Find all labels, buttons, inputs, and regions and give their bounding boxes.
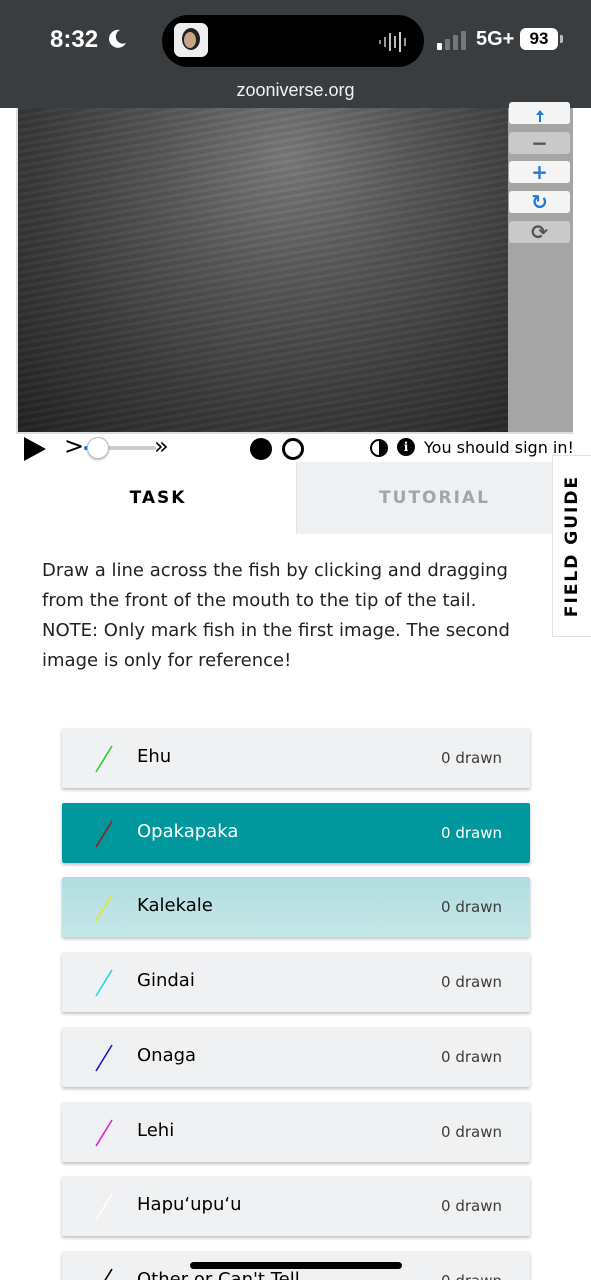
step-forward-icon[interactable]: > [64,432,84,460]
instruction-note: NOTE: Only mark fish in the first image.… [42,620,510,671]
line-tool-icon [95,745,113,773]
option-button[interactable]: Kalekale 0 drawn [62,877,530,937]
slider-knob[interactable] [87,437,110,459]
option-count: 0 drawn [441,1197,502,1215]
line-tool-icon [95,1119,113,1147]
option-label: Other or Can't Tell [137,1269,300,1280]
contrast-icon[interactable] [370,439,388,457]
subject-viewer: − + ↻ ⟳ [16,102,573,434]
option-button[interactable]: Gindai 0 drawn [62,952,530,1012]
line-tool-icon [95,1193,113,1221]
option-label: Hapu‘upu‘u [137,1194,242,1215]
tab-task[interactable]: TASK [20,462,296,534]
playback-controls: > » i You should sign in! [16,432,591,462]
line-tool-icon [95,894,113,922]
battery-indicator: 93 [520,28,558,50]
reset-button[interactable]: ⟳ [509,221,570,243]
rotate-button[interactable]: ↻ [509,191,570,213]
option-label: Lehi [137,1120,175,1141]
tab-tutorial[interactable]: TUTORIAL [296,462,572,534]
option-count: 0 drawn [441,1048,502,1066]
option-count: 0 drawn [441,749,502,767]
option-count: 0 drawn [441,824,502,842]
rotate-icon: ↻ [531,190,548,214]
option-button[interactable]: Ehu 0 drawn [62,728,530,788]
frame-slider[interactable] [84,437,156,459]
info-icon[interactable]: i [397,438,415,456]
minus-icon: − [531,131,548,155]
move-icon [535,110,544,122]
network-type: 5G+ [476,28,515,50]
play-icon[interactable] [24,437,46,461]
option-label: Kalekale [137,895,213,916]
task-instructions: Draw a line across the fish by clicking … [42,556,522,676]
top-bar: 8:32 5G+ 93 zooniverse.org [0,0,591,108]
option-label: Onaga [137,1045,197,1066]
option-count: 0 drawn [441,1123,502,1141]
line-tool-icon [95,1044,113,1072]
line-tool-icon [95,820,113,848]
subject-image[interactable] [18,108,508,432]
address-bar[interactable]: zooniverse.org [0,80,591,101]
option-label: Opakapaka [137,821,239,842]
option-button[interactable]: Lehi 0 drawn [62,1102,530,1162]
image-texture [18,108,508,432]
option-label: Gindai [137,970,195,991]
frame-1-dot[interactable] [250,438,272,460]
line-tool-icon [95,969,113,997]
frame-2-dot[interactable] [282,438,304,460]
field-guide-tab[interactable]: FIELD GUIDE [552,455,591,637]
option-button[interactable]: Onaga 0 drawn [62,1027,530,1087]
audio-wave-icon [379,32,406,52]
fast-forward-icon[interactable]: » [154,432,169,460]
option-count: 0 drawn [441,898,502,916]
option-count: 0 drawn [441,1272,502,1280]
zoom-in-button[interactable]: + [509,161,570,183]
instruction-text: Draw a line across the fish by clicking … [42,560,508,611]
dynamic-island [162,15,424,67]
viewer-toolbar: − + ↻ ⟳ [508,102,573,432]
moon-icon [109,29,126,48]
cellular-signal-icon [437,31,466,50]
status-time: 8:32 [50,26,99,53]
option-label: Ehu [137,746,172,767]
reset-icon: ⟳ [531,220,548,244]
field-guide-label: FIELD GUIDE [562,474,582,618]
line-tool-icon [104,1268,113,1280]
option-button[interactable]: Hapu‘upu‘u 0 drawn [62,1176,530,1236]
option-count: 0 drawn [441,973,502,991]
home-indicator[interactable] [190,1262,402,1269]
now-playing-artwork [174,23,208,57]
plus-icon: + [531,160,548,184]
battery-nub [560,35,563,43]
zoom-out-button[interactable]: − [509,132,570,154]
option-button[interactable]: Opakapaka 0 drawn [62,803,530,863]
move-button[interactable] [509,102,570,124]
